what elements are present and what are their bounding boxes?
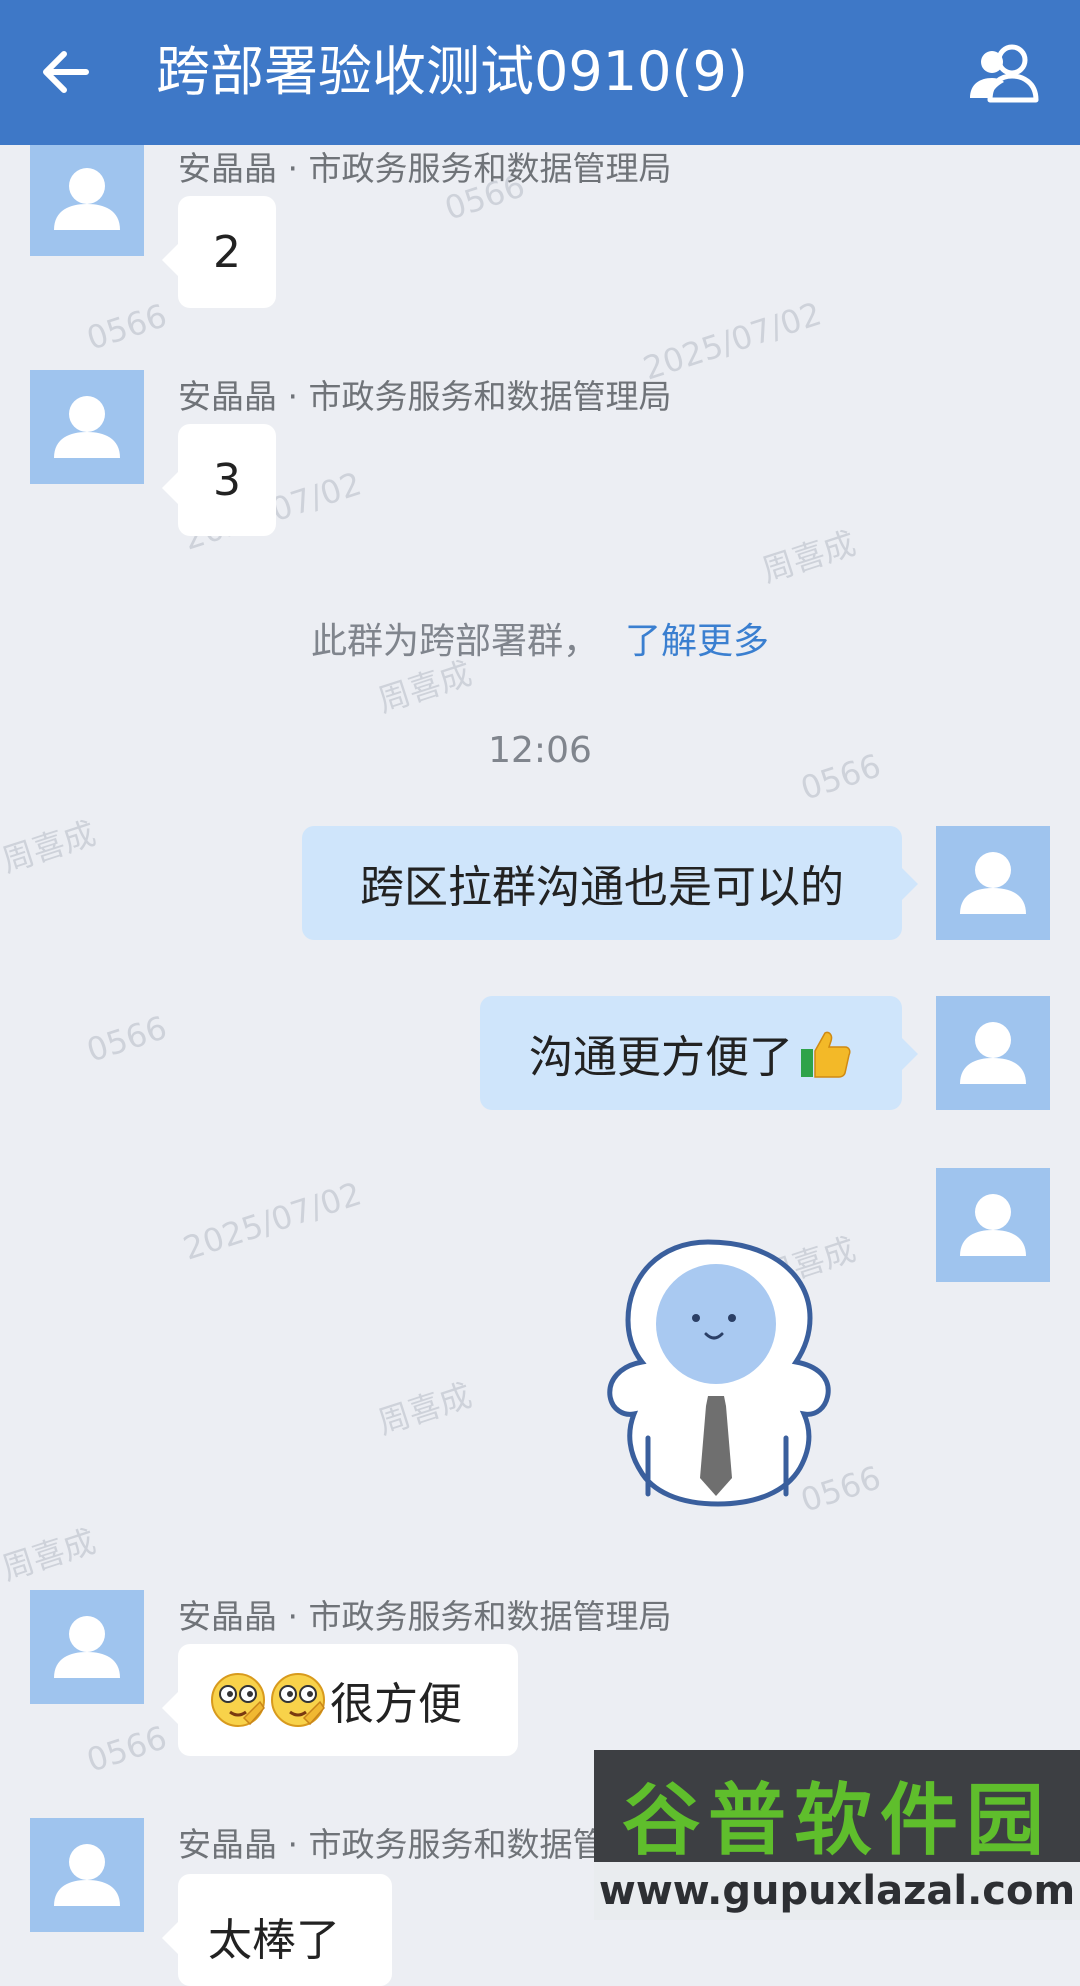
person-icon — [54, 1844, 120, 1906]
my-avatar[interactable] — [936, 1168, 1050, 1282]
dizzy-face-emoji-icon — [211, 1673, 265, 1727]
person-icon — [960, 1022, 1026, 1084]
watermark-text: 周喜成 — [373, 1375, 477, 1442]
my-message-bubble[interactable]: 沟通更方便了 — [480, 996, 918, 1110]
person-icon — [960, 1194, 1026, 1256]
my-avatar[interactable] — [936, 826, 1050, 940]
message-text: 太棒了 — [208, 1915, 340, 1966]
message-bubble[interactable]: 很方便 — [162, 1644, 518, 1756]
person-icon — [54, 396, 120, 458]
sender-name: 安晶晶 · 市政务服务和数据管理局 — [178, 1597, 672, 1636]
thumbs-up-icon — [801, 1031, 851, 1078]
message-bubble[interactable]: 2 — [162, 196, 276, 308]
avatar[interactable] — [30, 142, 144, 256]
watermark-text: 0566 — [82, 1008, 172, 1070]
watermark-text: 0566 — [82, 1718, 172, 1780]
watermark-text: 2025/07/02 — [178, 1174, 366, 1268]
back-arrow-icon[interactable] — [34, 40, 98, 104]
header-bar: 跨部署验收测试0910(9) — [0, 0, 1080, 145]
message-text: 3 — [213, 454, 241, 506]
message-bubble[interactable]: 太棒了 — [162, 1874, 392, 1986]
astronaut-sticker[interactable] — [600, 1238, 834, 1510]
sender-name: 安晶晶 · 市政务服务和数据管理局 — [178, 149, 672, 188]
group-notice-text: 此群为跨部署群， — [310, 621, 599, 662]
message-time: 12:06 — [488, 730, 592, 771]
watermark-text: 周喜成 — [0, 1521, 101, 1588]
my-avatar[interactable] — [936, 996, 1050, 1110]
my-message-bubble[interactable]: 跨区拉群沟通也是可以的 — [302, 826, 918, 940]
person-icon — [54, 168, 120, 230]
message-text: 2 — [213, 226, 241, 278]
site-watermark-logo: 谷普软件园 www.gupuxlazal.com — [594, 1750, 1080, 1920]
site-watermark-url: www.gupuxlazal.com — [594, 1862, 1080, 1920]
message-bubble[interactable]: 3 — [162, 424, 276, 536]
watermark-text: 0566 — [82, 296, 172, 358]
group-members-icon[interactable] — [968, 42, 1042, 104]
group-notice: 此群为跨部署群， 了解更多 — [0, 612, 1080, 664]
message-text: 很方便 — [330, 1679, 462, 1730]
message-text: 跨区拉群沟通也是可以的 — [360, 862, 844, 913]
person-icon — [54, 1616, 120, 1678]
dizzy-face-emoji-icon — [271, 1673, 325, 1727]
site-watermark-title: 谷普软件园 — [621, 1776, 1052, 1866]
avatar[interactable] — [30, 370, 144, 484]
watermark-text: 周喜成 — [757, 523, 861, 590]
avatar[interactable] — [30, 1590, 144, 1704]
sender-name: 安晶晶 · 市政务服务和数据管理局 — [178, 377, 672, 416]
chat-title: 跨部署验收测试0910(9) — [156, 40, 748, 103]
watermark-text: 周喜成 — [0, 813, 101, 880]
message-text: 沟通更方便了 — [529, 1032, 793, 1083]
avatar[interactable] — [30, 1818, 144, 1932]
person-icon — [960, 852, 1026, 914]
learn-more-link[interactable]: 了解更多 — [625, 621, 769, 662]
